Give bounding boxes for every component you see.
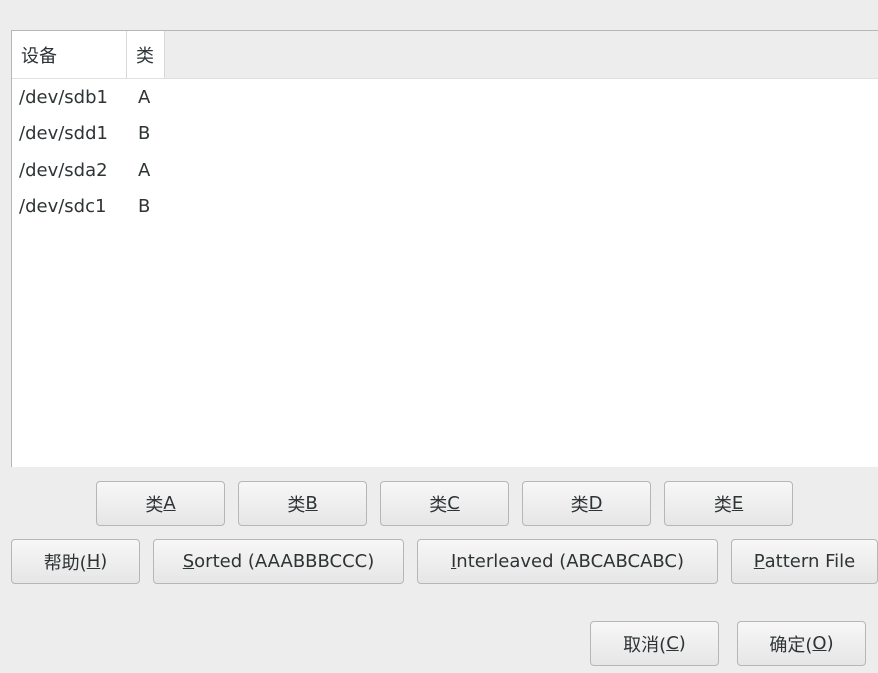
class-e-button[interactable]: 类 E <box>664 481 793 526</box>
help-button-pre: 帮助( <box>43 552 87 574</box>
device-cell: /dev/sda2 <box>19 159 108 181</box>
help-button[interactable]: 帮助(H) <box>11 539 140 584</box>
class-b-button-prefix: 类 <box>287 494 306 516</box>
class-d-button-key: D <box>588 493 603 514</box>
class-d-button[interactable]: 类 D <box>522 481 651 526</box>
class-b-button[interactable]: 类 B <box>238 481 367 526</box>
table-row[interactable]: /dev/sdc1 B <box>12 189 878 226</box>
class-cell: B <box>138 123 151 145</box>
cancel-button-pre: 取消( <box>623 634 667 656</box>
interleaved-button-post: nterleaved (ABCABCABC) <box>456 551 685 572</box>
class-c-button-prefix: 类 <box>429 494 448 516</box>
table-row[interactable]: /dev/sdd1 B <box>12 116 878 153</box>
cancel-button[interactable]: 取消(C) <box>590 621 719 666</box>
table-row[interactable]: /dev/sdb1 A <box>12 79 878 116</box>
sorted-button-key: S <box>182 551 195 572</box>
device-class-table: 设备 类 /dev/sdb1 A /dev/sdd1 B /dev/sda2 A… <box>11 30 878 467</box>
pattern-file-button-post: attern File <box>764 551 856 572</box>
class-b-button-key: B <box>305 493 318 514</box>
column-header-class[interactable]: 类 <box>127 31 165 78</box>
ok-button-pre: 确定( <box>769 634 813 656</box>
cancel-button-key: C <box>666 633 679 654</box>
class-e-button-prefix: 类 <box>713 494 732 516</box>
device-cell: /dev/sdc1 <box>19 196 107 218</box>
interleaved-button[interactable]: Interleaved (ABCABCABC) <box>417 539 718 584</box>
ok-button-post: ) <box>826 633 834 654</box>
class-a-button[interactable]: 类 A <box>96 481 225 526</box>
class-c-button-key: C <box>447 493 460 514</box>
class-cell: B <box>138 196 151 218</box>
class-cell: A <box>138 159 151 181</box>
ok-button[interactable]: 确定(O) <box>737 621 866 666</box>
class-cell: A <box>138 86 151 108</box>
pattern-file-button-key: P <box>753 551 765 572</box>
class-d-button-prefix: 类 <box>570 494 589 516</box>
column-header-device[interactable]: 设备 <box>12 31 127 78</box>
class-c-button[interactable]: 类 C <box>380 481 509 526</box>
cancel-button-post: ) <box>678 633 686 654</box>
help-button-post: ) <box>100 551 108 572</box>
column-header-filler <box>165 31 878 78</box>
sorted-button-post: orted (AAABBBCCC) <box>194 551 375 572</box>
sorted-button[interactable]: Sorted (AAABBBCCC) <box>153 539 404 584</box>
class-e-button-key: E <box>731 493 744 514</box>
class-a-button-key: A <box>163 493 176 514</box>
table-row[interactable]: /dev/sda2 A <box>12 152 878 189</box>
class-a-button-prefix: 类 <box>145 494 164 516</box>
device-cell: /dev/sdb1 <box>19 86 108 108</box>
table-header: 设备 类 <box>12 31 878 79</box>
pattern-file-button[interactable]: Pattern File <box>731 539 878 584</box>
device-cell: /dev/sdd1 <box>19 123 108 145</box>
ok-button-key: O <box>812 633 827 654</box>
help-button-key: H <box>86 551 101 572</box>
